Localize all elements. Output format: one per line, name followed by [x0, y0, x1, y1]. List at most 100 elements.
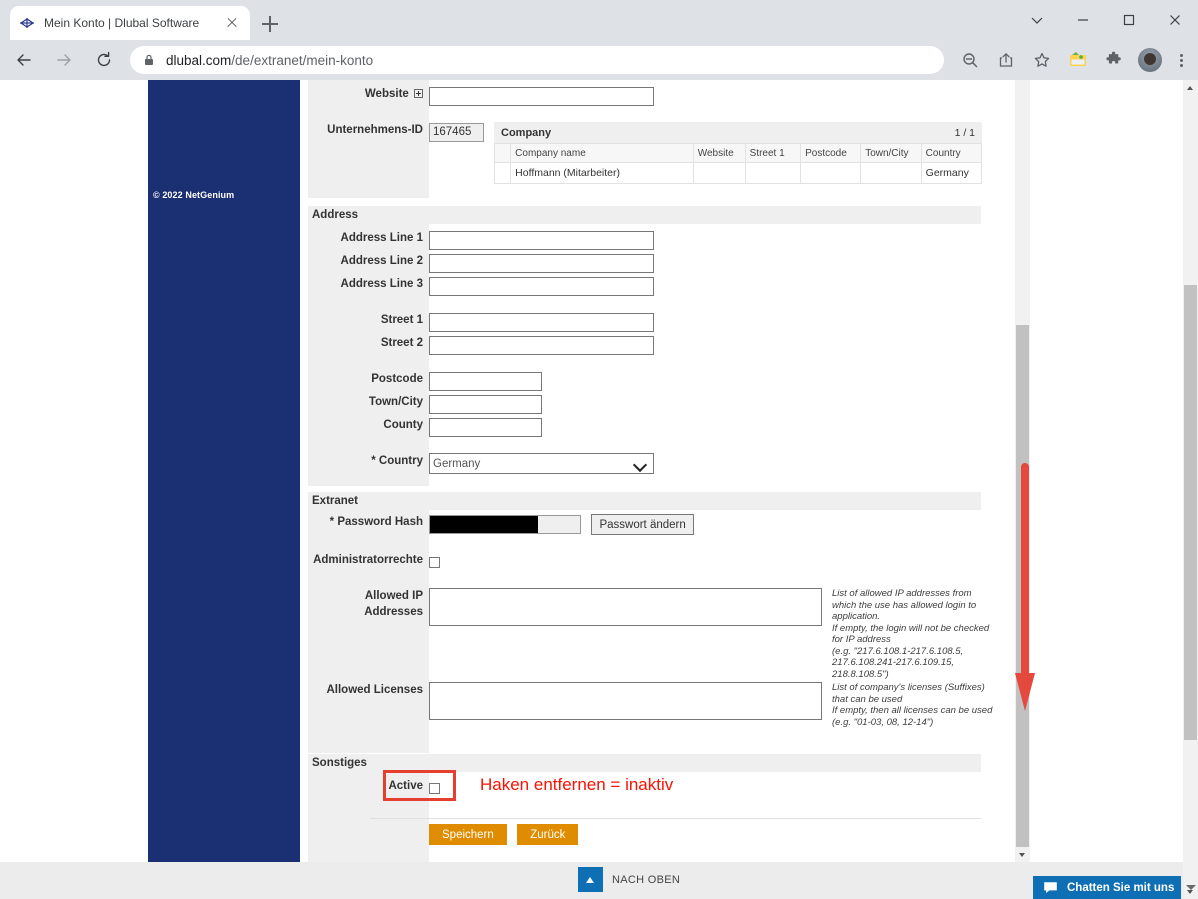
share-icon[interactable]: [991, 45, 1021, 75]
address-bar[interactable]: dlubal.com/de/extranet/mein-konto: [130, 46, 944, 74]
toolbar-right-icons: [952, 45, 1198, 75]
chat-widget-label: Chatten Sie mit uns: [1067, 882, 1174, 894]
allowed-licenses-label: Allowed Licenses: [308, 682, 429, 698]
field-row-password-hash: * Password Hash Passwort ändern: [308, 514, 981, 535]
save-button[interactable]: Speichern: [429, 824, 507, 845]
lock-icon: [142, 53, 156, 67]
admin-rights-label: Administratorrechte: [308, 552, 429, 568]
star-icon[interactable]: [1027, 45, 1057, 75]
inner-scroll-down-arrow-icon[interactable]: [1015, 847, 1030, 862]
inner-scrollbar-thumb[interactable]: [1016, 325, 1029, 858]
address-line-2-input[interactable]: [429, 254, 654, 273]
col-header-street1: Street 1: [745, 144, 800, 163]
url-domain: dlubal.com: [166, 53, 231, 68]
town-city-input[interactable]: [429, 395, 542, 414]
back-button[interactable]: Zurück: [517, 824, 578, 845]
address-line-1-label: Address Line 1: [308, 230, 429, 246]
cell-postcode: [801, 163, 861, 184]
website-label: Website: [308, 86, 429, 102]
change-password-button[interactable]: Passwort ändern: [591, 514, 693, 535]
content-gutter: [300, 80, 308, 862]
forward-arrow-icon[interactable]: [48, 44, 80, 76]
media-extension-icon[interactable]: [1063, 45, 1093, 75]
company-id-input[interactable]: [429, 123, 484, 142]
field-row-street-1: Street 1: [308, 312, 981, 332]
admin-rights-checkbox[interactable]: [429, 557, 440, 568]
street-1-input[interactable]: [429, 313, 654, 332]
country-select[interactable]: Germany: [429, 453, 654, 474]
allowed-ip-help-text: List of allowed IP addresses from which …: [832, 588, 997, 680]
password-hash-field: [429, 515, 581, 535]
url-path: /de/extranet/mein-konto: [231, 53, 373, 68]
chat-bubble-icon: [1043, 881, 1058, 894]
field-row-allowed-ip: Allowed IP Addresses List of allowed IP …: [308, 588, 981, 680]
field-row-website: Website: [308, 86, 981, 106]
street-2-input[interactable]: [429, 336, 654, 355]
address-line-3-label: Address Line 3: [308, 276, 429, 292]
allowed-ip-textarea[interactable]: [429, 588, 822, 626]
three-dot-menu-icon[interactable]: [1168, 45, 1194, 75]
country-select-wrapper: Germany: [429, 453, 654, 474]
chevron-down-icon[interactable]: [1014, 0, 1060, 40]
postcode-input[interactable]: [429, 372, 542, 391]
annotation-note-text: Haken entfernen = inaktiv: [480, 775, 673, 795]
website-control: [429, 86, 981, 106]
window-controls: [1014, 0, 1198, 40]
form-actions-row: Speichern Zurück: [308, 824, 981, 845]
chat-widget-button[interactable]: Chatten Sie mit uns: [1033, 876, 1181, 899]
field-row-postcode: Postcode: [308, 371, 981, 391]
copyright-text: © 2022 NetGenium: [153, 190, 234, 200]
cell-index: [495, 163, 511, 184]
browser-tab-mein-konto[interactable]: Mein Konto | Dlubal Software: [10, 6, 250, 40]
allowed-licenses-textarea[interactable]: [429, 682, 822, 720]
field-row-address-line-3: Address Line 3: [308, 276, 981, 296]
website-input[interactable]: [429, 87, 654, 106]
maximize-icon[interactable]: [1106, 0, 1152, 40]
browser-toolbar: dlubal.com/de/extranet/mein-konto: [0, 40, 1198, 80]
dlubal-logo-icon: [18, 14, 36, 32]
col-header-country: Country: [921, 144, 981, 163]
table-row[interactable]: Hoffmann (Mitarbeiter) Germany: [495, 163, 982, 184]
field-row-county: County: [308, 417, 981, 437]
inner-scrollbar[interactable]: [1015, 80, 1030, 862]
col-header-town-city: Town/City: [861, 144, 921, 163]
section-header-sonstiges: Sonstiges: [308, 754, 981, 772]
postcode-label: Postcode: [308, 371, 429, 387]
back-to-top-button[interactable]: [578, 867, 603, 892]
scroll-up-arrow-icon[interactable]: [1183, 80, 1198, 95]
field-row-address-line-2: Address Line 2: [308, 253, 981, 273]
section-header-address: Address: [308, 206, 981, 224]
account-form: Website Unternehmens-ID Company 1 / 1: [308, 80, 1007, 862]
puzzle-icon[interactable]: [1099, 45, 1129, 75]
section-header-extranet: Extranet: [308, 492, 981, 510]
new-tab-button[interactable]: [258, 12, 282, 36]
cell-street1: [745, 163, 800, 184]
caret-down-icon[interactable]: [1186, 885, 1196, 890]
address-line-3-input[interactable]: [429, 277, 654, 296]
field-row-street-2: Street 2: [308, 335, 981, 355]
company-table-title: Company 1 / 1: [494, 122, 982, 143]
page-scrollbar[interactable]: [1183, 80, 1198, 899]
cell-website: [693, 163, 745, 184]
back-arrow-icon[interactable]: [8, 44, 40, 76]
zoom-out-icon[interactable]: [955, 45, 985, 75]
country-label-text: Country: [379, 455, 423, 467]
col-header-index: [495, 144, 511, 163]
website-label-text: Website: [365, 88, 409, 100]
page-scrollbar-thumb[interactable]: [1184, 285, 1197, 740]
col-header-company-name: Company name: [511, 144, 694, 163]
address-line-1-input[interactable]: [429, 231, 654, 250]
close-window-icon[interactable]: [1152, 0, 1198, 40]
col-header-postcode: Postcode: [801, 144, 861, 163]
active-checkbox[interactable]: [429, 783, 440, 794]
reload-icon[interactable]: [88, 44, 120, 76]
close-icon[interactable]: [222, 13, 242, 33]
expand-plus-icon[interactable]: [414, 89, 423, 98]
field-row-country: * Country Germany: [308, 453, 981, 474]
field-row-allowed-licenses: Allowed Licenses List of company's licen…: [308, 682, 981, 728]
minimize-icon[interactable]: [1060, 0, 1106, 40]
field-row-town-city: Town/City: [308, 394, 981, 414]
avatar[interactable]: [1138, 48, 1162, 72]
county-input[interactable]: [429, 418, 542, 437]
cell-company-name: Hoffmann (Mitarbeiter): [511, 163, 694, 184]
